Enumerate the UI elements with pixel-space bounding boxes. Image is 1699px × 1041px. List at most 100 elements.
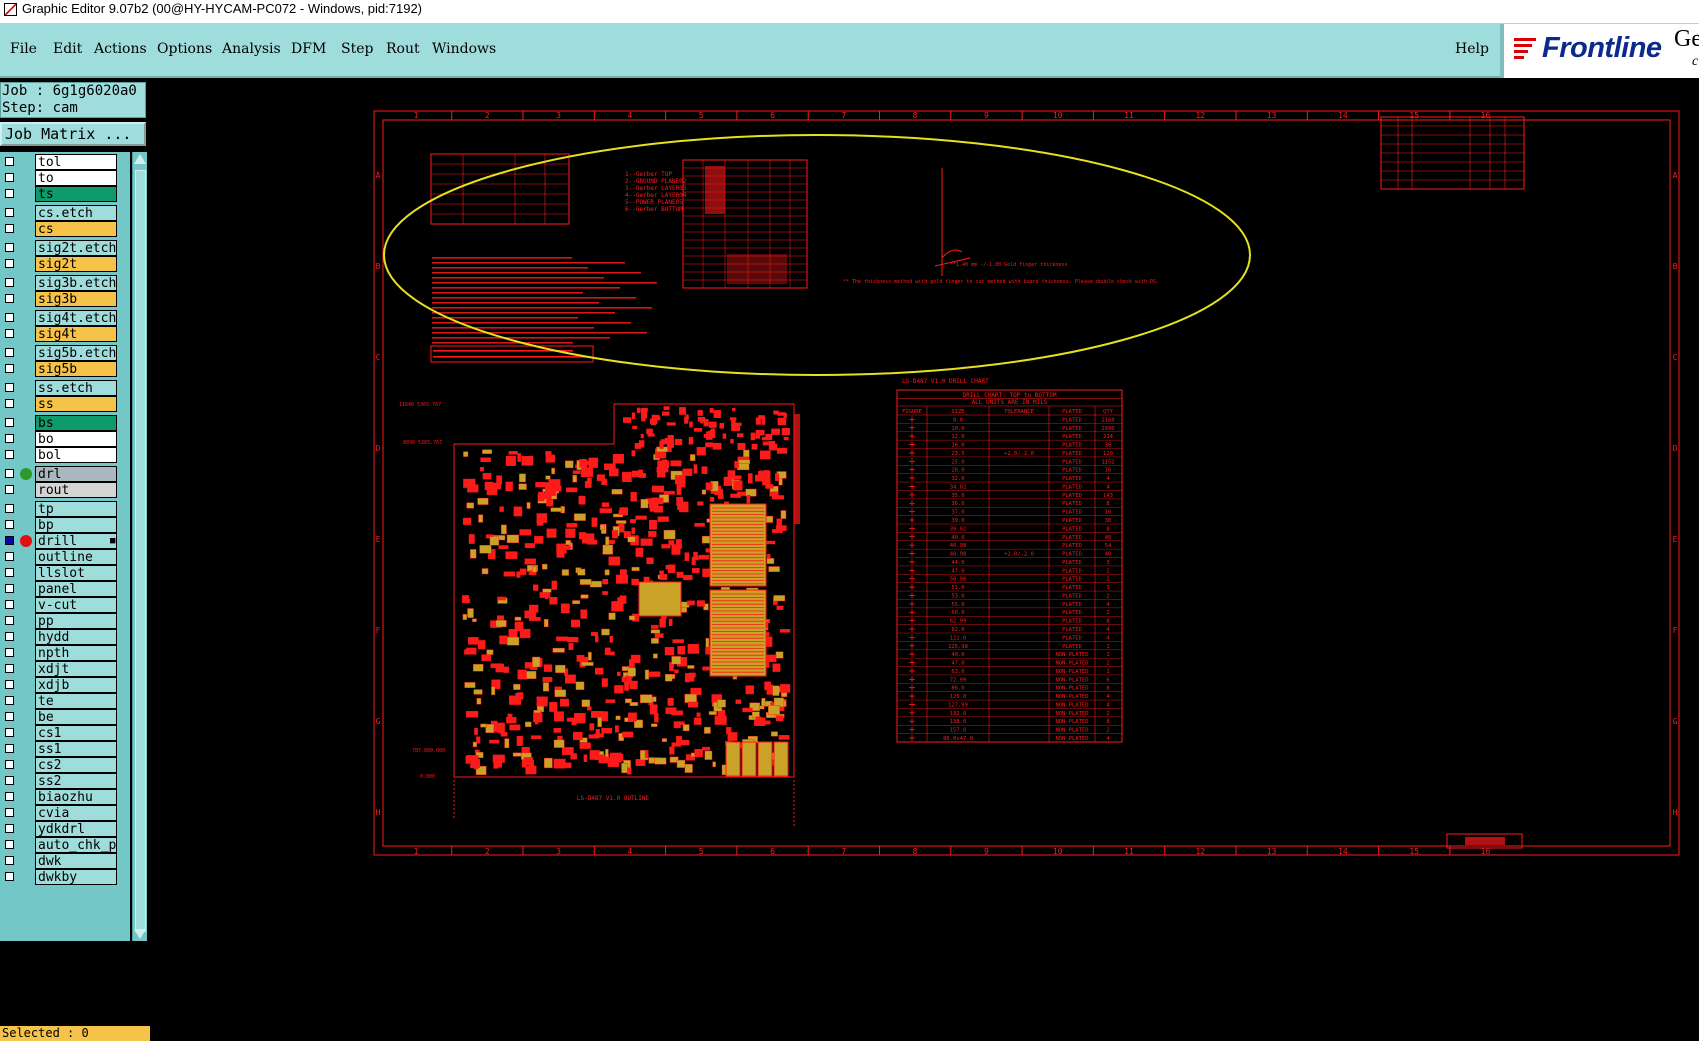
- layer-row-rout[interactable]: rout: [0, 482, 120, 498]
- layer-checkbox[interactable]: [5, 584, 14, 593]
- layer-checkbox[interactable]: [5, 552, 14, 561]
- menu-edit[interactable]: Edit: [53, 41, 82, 57]
- scroll-down-arrow-icon[interactable]: [134, 929, 146, 939]
- layer-row-sig5b[interactable]: sig5b: [0, 361, 120, 377]
- layer-row-sig2t[interactable]: sig2t: [0, 256, 120, 272]
- layer-checkbox[interactable]: [5, 664, 14, 673]
- layer-row-bp[interactable]: bp: [0, 517, 120, 533]
- layer-checkbox[interactable]: [5, 243, 14, 252]
- layer-row-ss-etch[interactable]: ss.etch: [0, 380, 120, 396]
- layer-row-outline[interactable]: outline: [0, 549, 120, 565]
- layer-scrollbar[interactable]: [132, 152, 147, 941]
- layer-checkbox[interactable]: [5, 776, 14, 785]
- layer-row-sig5b-etch[interactable]: sig5b.etch: [0, 345, 120, 361]
- layer-row-be[interactable]: be: [0, 709, 120, 725]
- layer-checkbox[interactable]: [5, 485, 14, 494]
- layer-checkbox[interactable]: [5, 189, 14, 198]
- layer-checkbox[interactable]: [5, 434, 14, 443]
- layer-checkbox[interactable]: [5, 418, 14, 427]
- layer-checkbox[interactable]: [5, 680, 14, 689]
- menu-file[interactable]: File: [10, 41, 37, 57]
- scroll-up-arrow-icon[interactable]: [134, 154, 146, 164]
- layer-row-ss2[interactable]: ss2: [0, 773, 120, 789]
- layer-checkbox[interactable]: [5, 173, 14, 182]
- layer-row-to[interactable]: to: [0, 170, 120, 186]
- layer-checkbox[interactable]: [5, 808, 14, 817]
- layer-row-cvia[interactable]: cvia: [0, 805, 120, 821]
- layer-row-npth[interactable]: npth: [0, 645, 120, 661]
- layer-row-biaozhu[interactable]: biaozhu: [0, 789, 120, 805]
- layer-row-cs[interactable]: cs: [0, 221, 120, 237]
- layer-row-panel[interactable]: panel: [0, 581, 120, 597]
- layer-row-llslot[interactable]: llslot: [0, 565, 120, 581]
- layer-row-te[interactable]: te: [0, 693, 120, 709]
- layer-checkbox[interactable]: [5, 824, 14, 833]
- layer-row-ss1[interactable]: ss1: [0, 741, 120, 757]
- layer-checkbox[interactable]: [5, 632, 14, 641]
- layer-checkbox[interactable]: [5, 383, 14, 392]
- layer-checkbox[interactable]: [5, 760, 14, 769]
- layer-checkbox[interactable]: [5, 278, 14, 287]
- menu-step[interactable]: Step: [341, 41, 373, 57]
- layer-checkbox[interactable]: [5, 600, 14, 609]
- layer-row-hydd[interactable]: hydd: [0, 629, 120, 645]
- layer-row-tol[interactable]: tol: [0, 154, 120, 170]
- layer-row-drill[interactable]: drill ■: [0, 533, 120, 549]
- layer-checkbox[interactable]: [5, 469, 14, 478]
- layer-checkbox[interactable]: [5, 712, 14, 721]
- layer-checkbox[interactable]: [5, 450, 14, 459]
- layer-row-dwkby[interactable]: dwkby: [0, 869, 120, 885]
- layer-row-sig4t[interactable]: sig4t: [0, 326, 120, 342]
- layer-row-ts[interactable]: ts: [0, 186, 120, 202]
- layer-row-ss[interactable]: ss: [0, 396, 120, 412]
- menu-options[interactable]: Options: [157, 41, 212, 57]
- layer-row-cs-etch[interactable]: cs.etch: [0, 205, 120, 221]
- menu-rout[interactable]: Rout: [386, 41, 420, 57]
- layer-checkbox[interactable]: [5, 728, 14, 737]
- layer-row-auto-chk-pn[interactable]: auto_chk_pn: [0, 837, 120, 853]
- layer-row-cs2[interactable]: cs2: [0, 757, 120, 773]
- layer-row-drl[interactable]: drl: [0, 466, 120, 482]
- menu-windows[interactable]: Windows: [432, 41, 496, 57]
- menu-actions[interactable]: Actions: [94, 41, 147, 57]
- layer-checkbox[interactable]: [5, 840, 14, 849]
- layer-row-v-cut[interactable]: v-cut: [0, 597, 120, 613]
- layer-row-xdjb[interactable]: xdjb: [0, 677, 120, 693]
- layer-checkbox[interactable]: [5, 364, 14, 373]
- layer-row-bol[interactable]: bol: [0, 447, 120, 463]
- layer-checkbox[interactable]: [5, 399, 14, 408]
- pcb-drawing[interactable]: 1122334455667788991010111112121313141415…: [150, 80, 1699, 961]
- layer-checkbox[interactable]: [5, 329, 14, 338]
- layer-checkbox[interactable]: [5, 520, 14, 529]
- layer-row-sig3b[interactable]: sig3b: [0, 291, 120, 307]
- layer-checkbox[interactable]: [5, 224, 14, 233]
- menu-analysis[interactable]: Analysis: [222, 41, 281, 57]
- layer-row-sig2t-etch[interactable]: sig2t.etch: [0, 240, 120, 256]
- layer-checkbox[interactable]: [5, 696, 14, 705]
- layer-row-cs1[interactable]: cs1: [0, 725, 120, 741]
- layer-checkbox[interactable]: [5, 259, 14, 268]
- layer-row-tp[interactable]: tp: [0, 501, 120, 517]
- layer-checkbox[interactable]: [5, 157, 14, 166]
- layer-checkbox[interactable]: [5, 648, 14, 657]
- layer-checkbox[interactable]: [5, 208, 14, 217]
- layer-row-ydkdrl[interactable]: ydkdrl: [0, 821, 120, 837]
- layer-row-bs[interactable]: bs: [0, 415, 120, 431]
- layer-row-pp[interactable]: pp: [0, 613, 120, 629]
- layer-checkbox[interactable]: [5, 856, 14, 865]
- layer-checkbox[interactable]: [5, 504, 14, 513]
- scroll-thumb[interactable]: [135, 170, 146, 932]
- layer-row-sig3b-etch[interactable]: sig3b.etch: [0, 275, 120, 291]
- layer-checkbox[interactable]: [5, 744, 14, 753]
- layer-checkbox[interactable]: [5, 872, 14, 881]
- job-matrix-button[interactable]: Job Matrix ...: [0, 122, 146, 146]
- layer-row-xdjt[interactable]: xdjt: [0, 661, 120, 677]
- layer-checkbox[interactable]: [5, 536, 14, 545]
- layer-row-bo[interactable]: bo: [0, 431, 120, 447]
- layer-checkbox[interactable]: [5, 348, 14, 357]
- graphic-canvas[interactable]: 1 1 2 2 3 3 4 4 5 5 6 6 7 7 8 8 9 9 10 10 11 11 12 12 13 13 14 14 15…: [150, 80, 1699, 961]
- layer-checkbox[interactable]: [5, 313, 14, 322]
- layer-checkbox[interactable]: [5, 616, 14, 625]
- menu-help[interactable]: Help: [1455, 41, 1489, 57]
- layer-checkbox[interactable]: [5, 568, 14, 577]
